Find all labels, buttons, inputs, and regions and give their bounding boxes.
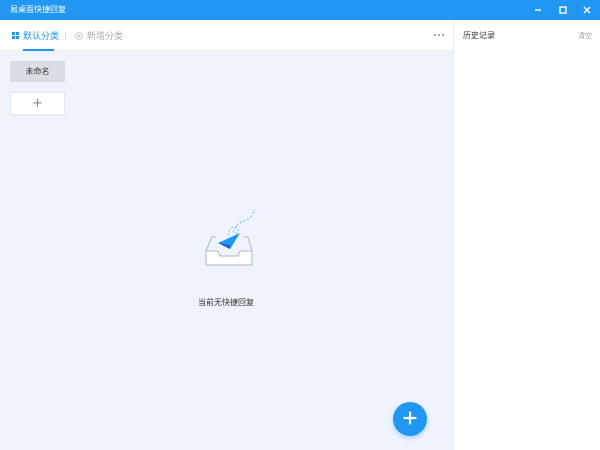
grid-icon — [12, 32, 19, 39]
history-panel: 历史记录 清空 — [453, 20, 600, 450]
minimize-icon — [533, 5, 543, 15]
close-icon — [582, 5, 592, 15]
clear-history-button[interactable]: 清空 — [578, 31, 592, 41]
tab-divider — [65, 32, 66, 40]
tab-default-category[interactable]: 默认分类 — [12, 20, 59, 51]
reply-content-area: 未命名 + 当前无快捷回复 — [0, 51, 453, 450]
paper-plane-inbox-icon — [196, 201, 260, 271]
plus-icon — [403, 410, 417, 429]
maximize-button[interactable] — [552, 0, 574, 20]
category-label: 未命名 — [25, 67, 50, 76]
empty-state-text: 当前无快捷回复 — [198, 298, 254, 307]
tab-label: 新增分类 — [87, 32, 124, 42]
reply-panel: 默认分类 新增分类 未命名 + 当前无快捷回复 — [0, 20, 453, 450]
history-title: 历史记录 — [463, 31, 495, 40]
category-tab-bar: 默认分类 新增分类 — [0, 20, 453, 51]
add-category-button[interactable]: + — [10, 92, 65, 115]
add-reply-button[interactable] — [393, 402, 427, 436]
minimize-button[interactable] — [527, 0, 549, 20]
title-bar: 易桌面快捷回复 — [0, 0, 600, 20]
maximize-icon — [558, 5, 568, 15]
tab-new-category[interactable]: 新增分类 — [75, 20, 123, 51]
category-item-unnamed[interactable]: 未命名 — [10, 61, 65, 82]
tab-label: 默认分类 — [23, 32, 60, 42]
plus-icon: + — [32, 96, 43, 111]
close-button[interactable] — [576, 0, 598, 20]
more-dots-icon[interactable] — [432, 29, 446, 41]
window-title: 易桌面快捷回复 — [10, 5, 66, 14]
plus-circle-icon — [75, 31, 83, 40]
